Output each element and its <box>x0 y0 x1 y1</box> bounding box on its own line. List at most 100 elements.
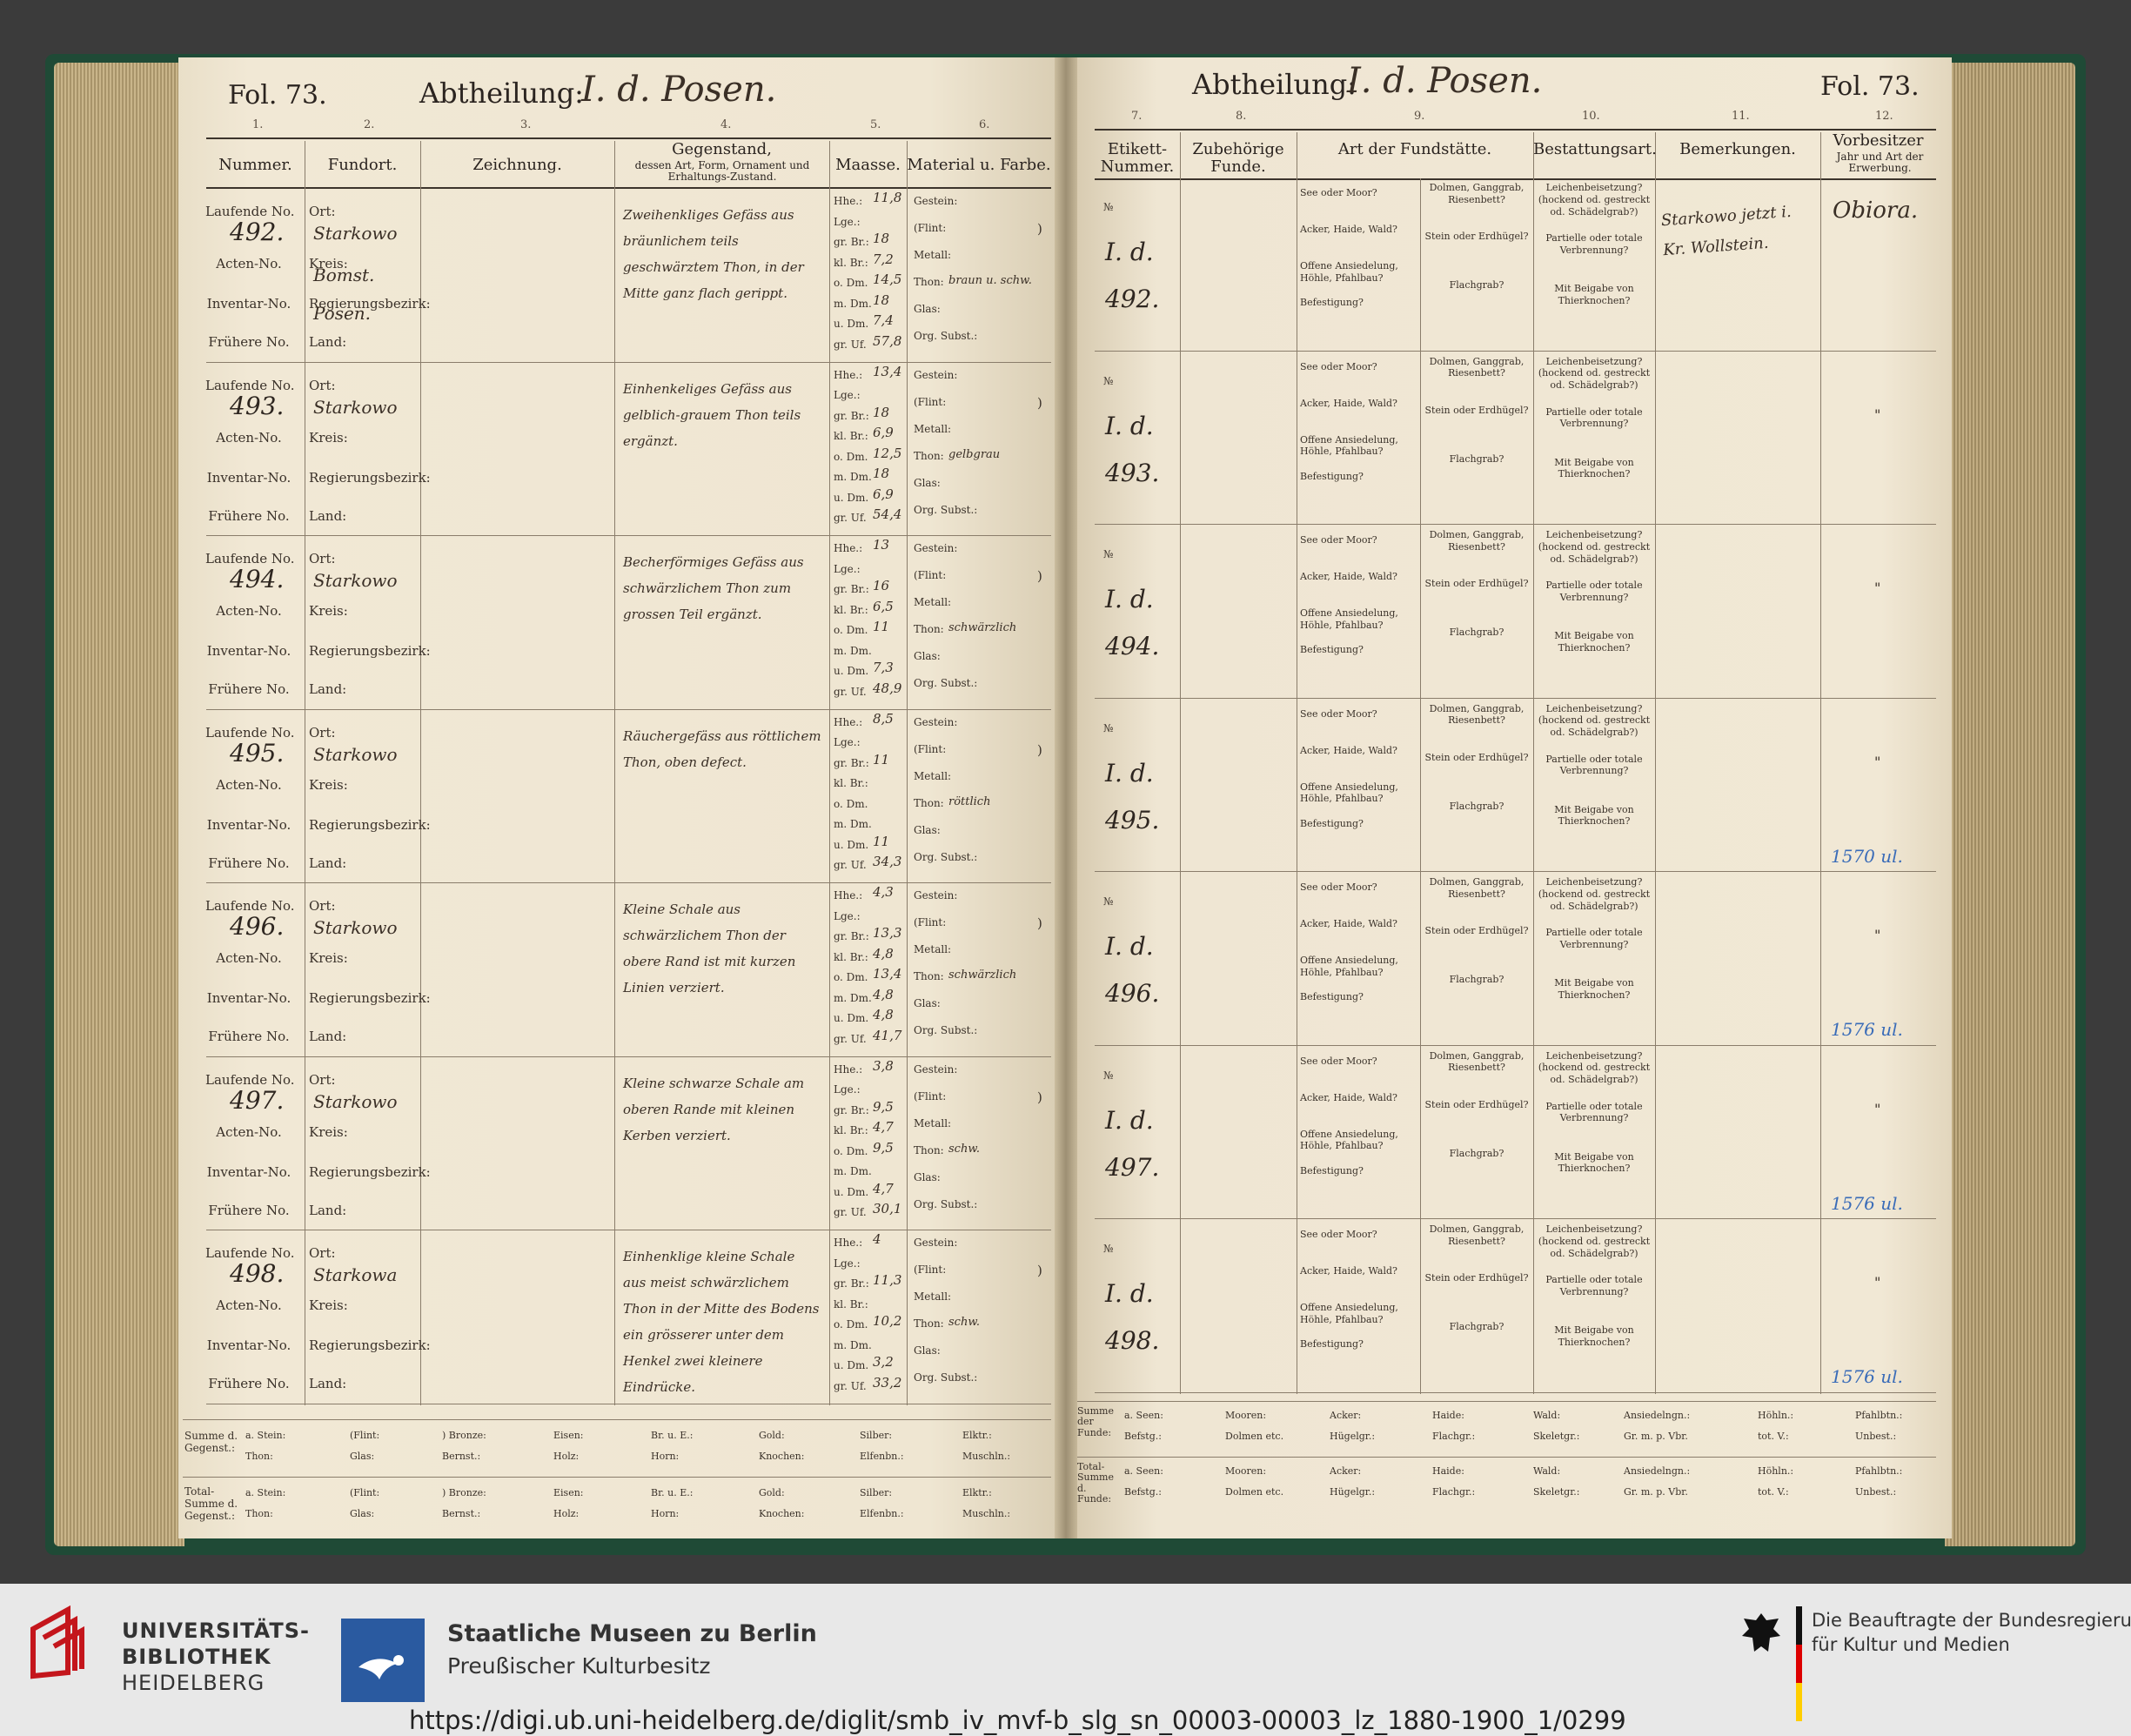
label-kreis: Kreis: <box>309 1123 348 1140</box>
right-top-rule <box>1095 129 1936 131</box>
label-gruf: gr. Uf. <box>834 512 867 524</box>
summe-field: Flachgr.: <box>1432 1430 1476 1442</box>
maass-klbr: 4,8 <box>873 945 894 962</box>
label-metall: Metall: <box>914 943 952 955</box>
label-glas: Glas: <box>914 1170 941 1183</box>
label-inventar: Inventar-No. <box>206 990 292 1006</box>
total-field: ) Bronze: <box>442 1486 486 1498</box>
flint-bracket-close: ) <box>1037 221 1042 237</box>
label-lge: Lge.: <box>834 736 861 748</box>
label-glas: Glas: <box>914 823 941 836</box>
maass-odm: 11 <box>873 619 890 634</box>
left-column-divider <box>420 141 421 1405</box>
label-ort: Ort: <box>309 1245 336 1261</box>
maass-odm: 14,5 <box>873 271 902 287</box>
fundort-ort: Starkowo <box>313 396 398 418</box>
total-field: Mooren: <box>1225 1465 1267 1477</box>
summe-field: Eisen: <box>553 1429 584 1441</box>
laufende-number: 493. <box>230 391 285 420</box>
label-lge: Lge.: <box>834 215 861 228</box>
label-grbr: gr. Br.: <box>834 756 869 769</box>
fundort-ort: Starkowo <box>313 223 398 244</box>
bestattung-option: Leichenbeisetzung? (hockend od. gestreck… <box>1538 702 1651 739</box>
left-top-rule <box>206 137 1051 139</box>
etikett-number: I. d. 497. <box>1105 1105 1160 1182</box>
fundstaette-option: Befestigung? <box>1300 470 1364 482</box>
label-inventar: Inventar-No. <box>206 296 292 312</box>
acquisition-note: 1576 ul. <box>1831 1366 1903 1387</box>
fundstaette-option: Befestigung? <box>1300 1164 1364 1176</box>
label-ort: Ort: <box>309 377 336 393</box>
header-fundort: Fundort. <box>327 156 398 174</box>
header-bemerkungen: Bemerkungen. <box>1679 140 1796 158</box>
etikett-number: I. d. 498. <box>1105 1279 1160 1355</box>
flint-bracket-close: ) <box>1037 568 1042 584</box>
fundort-kreis: Bomst. <box>313 265 375 285</box>
label-udm: u. Dm. <box>834 1185 869 1198</box>
total-rule <box>183 1476 1051 1478</box>
bestattung-option: Leichenbeisetzung? (hockend od. gestreck… <box>1538 1049 1651 1086</box>
summe-field: Horn: <box>651 1450 680 1462</box>
total-field: Skeletgr.: <box>1533 1485 1580 1498</box>
label-klbr: kl. Br.: <box>834 777 868 789</box>
row-divider <box>1095 697 1936 699</box>
bestattung-option: Mit Beigabe von Thierknochen? <box>1554 1324 1634 1348</box>
maass-grbr: 11 <box>873 751 890 767</box>
label-fruehere: Frühere No. <box>208 855 290 871</box>
grab-option: Dolmen, Ganggrab, Riesenbett? <box>1429 1049 1525 1074</box>
header-etikett: Etikett-Nummer. <box>1100 140 1175 176</box>
right-column-number: 11. <box>1732 110 1750 123</box>
right-column-number: 8. <box>1236 110 1247 123</box>
label-flint: (Flint: <box>914 916 947 928</box>
left-header-rule <box>206 187 1051 189</box>
bestattung-option: Partielle oder totale Verbrennung? <box>1545 580 1643 603</box>
summe-field: Pfahlbtn.: <box>1855 1409 1903 1421</box>
laufende-number: 498. <box>230 1259 285 1288</box>
gegenstand-description: Kleine Schale aus schwärzlichem Thon der… <box>623 902 796 995</box>
fundort-regbez: Posen. <box>313 303 372 324</box>
label-glas: Glas: <box>914 303 941 315</box>
label-gruf: gr. Uf. <box>834 685 867 698</box>
total-field: Holz: <box>553 1507 580 1519</box>
label-flint: (Flint: <box>914 742 947 755</box>
book-scan: Fol. 73. Abtheilung: I. d. Posen. Abthei… <box>0 0 2131 1584</box>
label-klbr: kl. Br.: <box>834 603 868 616</box>
summe-field: Knochen: <box>759 1450 805 1462</box>
fundstaette-option: Befestigung? <box>1300 644 1364 655</box>
maass-klbr: 4,7 <box>873 1119 894 1135</box>
maass-grbr: 13,3 <box>873 925 902 941</box>
label-fruehere: Frühere No. <box>208 681 290 697</box>
page-edges-left <box>54 63 184 1546</box>
label-gestein: Gestein: <box>914 715 958 728</box>
left-abtheilung-value: I. d. Posen. <box>581 70 777 110</box>
label-land: Land: <box>309 1376 347 1391</box>
bestattung-option: Leichenbeisetzung? (hockend od. gestreck… <box>1538 355 1651 392</box>
fundstaette-option: See oder Moor? <box>1300 1229 1377 1240</box>
total-field: a. Stein: <box>245 1486 286 1498</box>
total-field: a. Seen: <box>1124 1465 1163 1477</box>
fundstaette-option: See oder Moor? <box>1300 534 1377 546</box>
grab-option: Stein oder Erdhügel? <box>1424 231 1529 242</box>
maass-udm: 7,4 <box>873 312 894 328</box>
label-hhe: Hhe.: <box>834 195 863 207</box>
maass-grbr: 18 <box>873 404 890 420</box>
summe-field: Elfenbn.: <box>860 1450 904 1462</box>
maass-grbr: 16 <box>873 578 890 593</box>
maass-gruf: 34,3 <box>873 854 902 869</box>
permalink-url[interactable]: https://digi.ub.uni-heidelberg.de/diglit… <box>409 1706 1626 1735</box>
bestattung-option: Mit Beigabe von Thierknochen? <box>1554 977 1634 1001</box>
left-column-divider <box>614 141 615 1405</box>
number-mark: № <box>1103 548 1114 560</box>
fundstaette-option: Offene Ansiedelung, Höhle, Pfahlbau? <box>1300 1302 1398 1325</box>
total-field: Wald: <box>1533 1465 1561 1477</box>
bkm-line2: für Kultur und Medien <box>1812 1634 2010 1655</box>
label-lge: Lge.: <box>834 909 861 922</box>
etikett-number: I. d. 493. <box>1105 411 1160 487</box>
label-inventar: Inventar-No. <box>206 469 292 486</box>
label-land: Land: <box>309 681 347 697</box>
right-column-divider <box>1820 132 1821 1394</box>
label-grbr: gr. Br.: <box>834 236 869 248</box>
summe-field: tot. V.: <box>1758 1430 1789 1442</box>
row-divider <box>1095 350 1936 352</box>
laufende-number: 497. <box>230 1085 285 1115</box>
